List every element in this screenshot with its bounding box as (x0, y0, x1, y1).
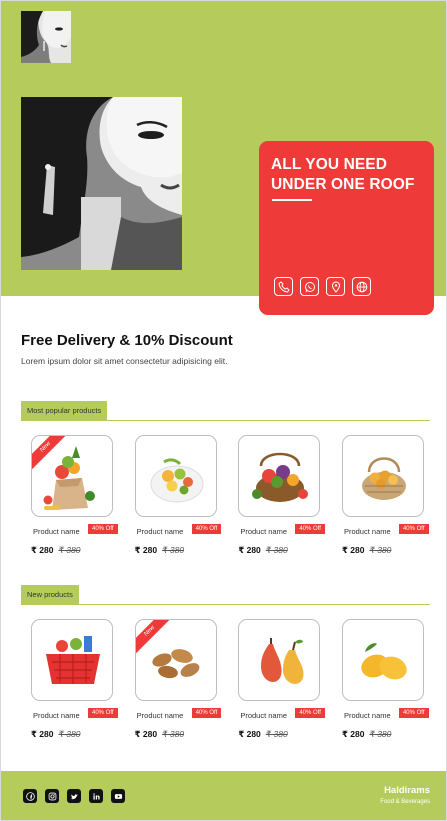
social-links (23, 789, 125, 803)
product-name[interactable]: Product name (33, 527, 80, 536)
wicker-basket-icon (361, 457, 406, 500)
whatsapp-icon[interactable] (300, 277, 319, 296)
old-price: ₹ 380 (369, 545, 392, 555)
promo-card: ALL YOU NEED UNDER ONE ROOF (259, 141, 434, 315)
hero-portrait-image (21, 97, 182, 270)
discount-badge: 40% Off (88, 708, 118, 718)
old-price: ₹ 380 (265, 545, 288, 555)
product-name[interactable]: Product name (344, 711, 391, 720)
product-image[interactable] (31, 619, 113, 701)
old-price: ₹ 380 (58, 729, 81, 739)
youtube-icon[interactable] (111, 789, 125, 803)
product-image[interactable] (134, 435, 217, 517)
discount-badge: 40% Off (398, 524, 429, 534)
price: ₹ 280 (134, 729, 158, 739)
old-price: ₹ 380 (162, 729, 185, 739)
product-image[interactable] (238, 435, 321, 517)
brand-tagline: Food & Beverages (380, 799, 430, 805)
product-image[interactable] (341, 619, 424, 701)
product-card[interactable]: Product name 40% Off ₹ 280 ₹ 380 (341, 435, 429, 555)
product-card[interactable]: Product name 40% Off ₹ 280 ₹ 380 (341, 619, 429, 739)
old-price: ₹ 380 (265, 729, 288, 739)
linkedin-icon[interactable] (89, 789, 103, 803)
price: ₹ 280 (31, 545, 54, 555)
price-row: ₹ 280 ₹ 380 (238, 545, 287, 556)
price-row: ₹ 280 ₹ 380 (31, 545, 80, 556)
old-price: ₹ 380 (162, 545, 185, 555)
product-image[interactable] (238, 619, 321, 701)
mangoes-icon (361, 643, 407, 680)
price: ₹ 280 (238, 545, 261, 555)
shopping-basket-icon (46, 636, 100, 684)
product-name[interactable]: Product name (137, 527, 184, 536)
brand-block: Haldirams Food & Beverages (380, 785, 430, 805)
hero-banner: ALL YOU NEED UNDER ONE ROOF (1, 1, 446, 315)
logo-image[interactable] (21, 11, 71, 63)
old-price: ₹ 380 (369, 729, 392, 739)
twitter-icon[interactable] (67, 789, 81, 803)
product-image[interactable]: New (134, 619, 217, 701)
brand-name: Haldirams (384, 785, 430, 796)
product-card[interactable]: Product name 40% Off ₹ 280 ₹ 380 (238, 435, 325, 555)
footer: Haldirams Food & Beverages (1, 771, 446, 820)
section-label: Most popular products (21, 401, 108, 421)
fruit-bowl-icon (150, 458, 204, 503)
price-row: ₹ 280 ₹ 380 (342, 729, 391, 740)
price: ₹ 280 (341, 729, 365, 739)
product-name[interactable]: Product name (33, 711, 80, 720)
price-row: ₹ 280 ₹ 380 (31, 729, 80, 740)
discount-badge: 40% Off (398, 708, 429, 718)
page-subline: Lorem ipsum dolor sit amet consectetur a… (21, 356, 228, 366)
globe-icon[interactable] (352, 277, 371, 296)
product-card[interactable]: Product name 40% Off ₹ 280 ₹ 380 (238, 619, 325, 739)
price: ₹ 280 (341, 545, 365, 555)
contact-icons (274, 277, 371, 296)
price-row: ₹ 280 ₹ 380 (135, 545, 184, 556)
section-label: New products (21, 585, 79, 605)
price: ₹ 280 (31, 729, 54, 739)
phone-icon[interactable] (274, 277, 293, 296)
product-image[interactable]: New (31, 435, 113, 517)
product-name[interactable]: Product name (344, 527, 391, 536)
product-name[interactable]: Product name (137, 711, 184, 720)
page-headline: Free Delivery & 10% Discount (21, 332, 233, 349)
page-frame: ALL YOU NEED UNDER ONE ROOF Free Deliver… (0, 0, 447, 821)
discount-badge: 40% Off (191, 524, 222, 534)
discount-badge: 40% Off (88, 524, 118, 534)
product-row-popular: New Product name 40% Off ₹ 280 ₹ 380 Pro… (31, 435, 429, 555)
vegetable-basket-icon (252, 452, 309, 502)
pears-icon (261, 638, 304, 684)
discount-badge: 40% Off (295, 708, 325, 718)
price-row: ₹ 280 ₹ 380 (238, 729, 287, 740)
section-header-popular: Most popular products (21, 401, 430, 421)
price-row: ₹ 280 ₹ 380 (135, 729, 184, 740)
product-card[interactable]: Product name 40% Off ₹ 280 ₹ 380 (31, 619, 118, 739)
product-name[interactable]: Product name (240, 711, 287, 720)
section-header-new: New products (21, 585, 430, 605)
promo-divider (272, 199, 312, 201)
old-price: ₹ 380 (58, 545, 81, 555)
promo-title: ALL YOU NEED UNDER ONE ROOF (271, 156, 415, 193)
discount-badge: 40% Off (295, 524, 325, 534)
product-name[interactable]: Product name (240, 527, 287, 536)
product-row-new: Product name 40% Off ₹ 280 ₹ 380 New Prod… (31, 619, 429, 739)
product-card[interactable]: New Product name 40% Off ₹ 280 ₹ 380 (134, 619, 222, 739)
instagram-icon[interactable] (45, 789, 59, 803)
price: ₹ 280 (238, 729, 261, 739)
discount-badge: 40% Off (191, 708, 222, 718)
product-image[interactable] (341, 435, 424, 517)
location-pin-icon[interactable] (326, 277, 345, 296)
facebook-icon[interactable] (23, 789, 37, 803)
price: ₹ 280 (134, 545, 158, 555)
product-card[interactable]: Product name 40% Off ₹ 280 ₹ 380 (134, 435, 222, 555)
product-card[interactable]: New Product name 40% Off ₹ 280 ₹ 380 (31, 435, 118, 555)
price-row: ₹ 280 ₹ 380 (342, 545, 391, 556)
